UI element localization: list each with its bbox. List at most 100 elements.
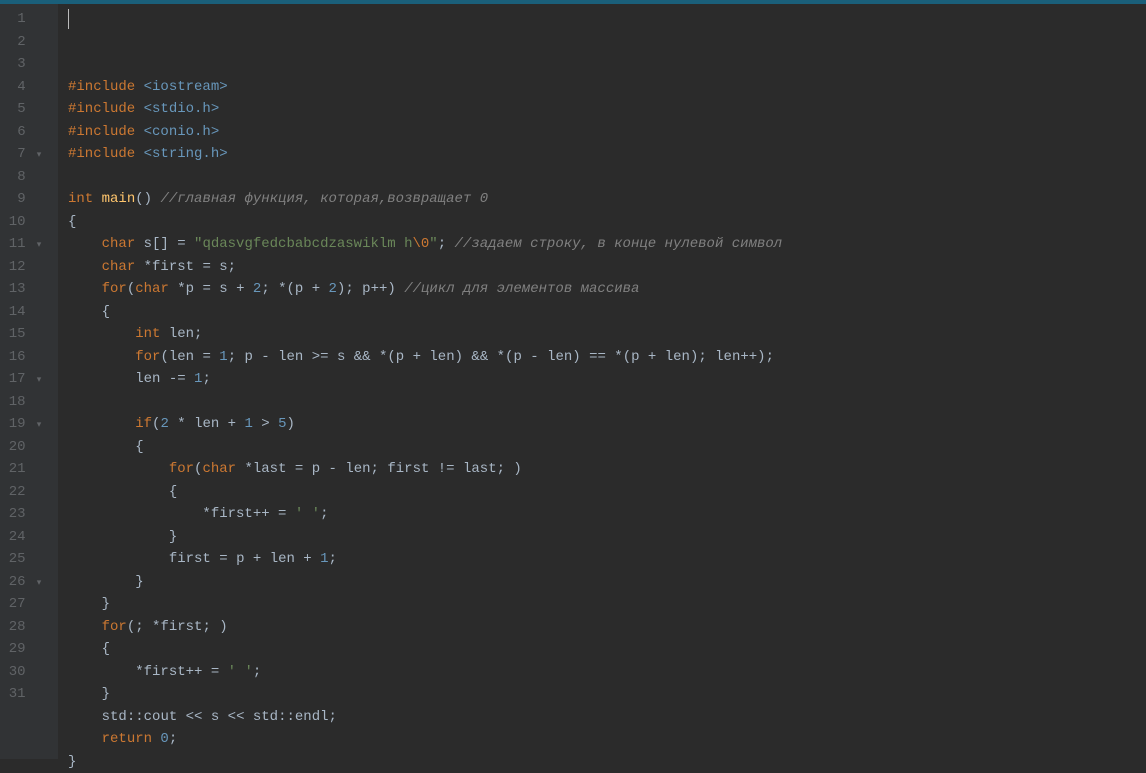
line-number[interactable]: 7 ▾ bbox=[0, 143, 44, 166]
token-id: len bbox=[345, 461, 370, 477]
token-pp: #include bbox=[68, 146, 144, 162]
fold-toggle-icon[interactable]: ▾ bbox=[34, 234, 44, 257]
line-number[interactable]: 31 bbox=[0, 683, 44, 706]
code-line[interactable]: int len; bbox=[68, 323, 1146, 346]
token-cmt: //главная функция, которая,возвращает 0 bbox=[160, 191, 488, 207]
code-line[interactable] bbox=[68, 166, 1146, 189]
token-num: 2 bbox=[160, 416, 168, 432]
code-line[interactable]: } bbox=[68, 571, 1146, 594]
token-punct: ; bbox=[202, 371, 210, 387]
token-op: = bbox=[194, 349, 219, 365]
code-line[interactable]: *first++ = ' '; bbox=[68, 503, 1146, 526]
line-number[interactable]: 16 bbox=[0, 346, 44, 369]
code-line[interactable]: first = p + len + 1; bbox=[68, 548, 1146, 571]
editor-pane: 1 2 3 4 5 6 7 ▾8 9 10 11 ▾12 13 14 15 16… bbox=[0, 4, 1146, 759]
line-number[interactable]: 27 bbox=[0, 593, 44, 616]
code-line[interactable]: { bbox=[68, 436, 1146, 459]
token-id: first bbox=[169, 551, 211, 567]
line-number[interactable]: 28 bbox=[0, 616, 44, 639]
code-line[interactable]: #include <conio.h> bbox=[68, 121, 1146, 144]
line-number[interactable]: 19 ▾ bbox=[0, 413, 44, 436]
line-number[interactable]: 9 bbox=[0, 188, 44, 211]
line-number[interactable]: 23 bbox=[0, 503, 44, 526]
line-number[interactable]: 18 bbox=[0, 391, 44, 414]
code-line[interactable]: #include <iostream> bbox=[68, 76, 1146, 99]
token-id bbox=[68, 259, 102, 275]
token-punct: ; bbox=[320, 506, 328, 522]
token-fn: main bbox=[102, 191, 136, 207]
code-line[interactable]: { bbox=[68, 301, 1146, 324]
code-line[interactable]: } bbox=[68, 593, 1146, 616]
line-number-gutter[interactable]: 1 2 3 4 5 6 7 ▾8 9 10 11 ▾12 13 14 15 16… bbox=[0, 4, 58, 759]
code-line[interactable]: len -= 1; bbox=[68, 368, 1146, 391]
line-number[interactable]: 4 bbox=[0, 76, 44, 99]
line-number[interactable]: 6 bbox=[0, 121, 44, 144]
line-number[interactable]: 12 bbox=[0, 256, 44, 279]
line-number[interactable]: 1 bbox=[0, 8, 44, 31]
token-punct: ; bbox=[329, 551, 337, 567]
fold-toggle-icon[interactable]: ▾ bbox=[34, 369, 44, 392]
line-number[interactable]: 10 bbox=[0, 211, 44, 234]
token-id: cout bbox=[144, 709, 178, 725]
line-number[interactable]: 8 bbox=[0, 166, 44, 189]
line-number[interactable]: 20 bbox=[0, 436, 44, 459]
code-line[interactable]: char s[] = "qdasvgfedcbabcdzaswiklm h\0"… bbox=[68, 233, 1146, 256]
code-line[interactable] bbox=[68, 391, 1146, 414]
code-line[interactable]: *first++ = ' '; bbox=[68, 661, 1146, 684]
code-line[interactable]: return 0; bbox=[68, 728, 1146, 751]
code-line[interactable]: for(; *first; ) bbox=[68, 616, 1146, 639]
code-line[interactable]: { bbox=[68, 481, 1146, 504]
code-line[interactable]: int main() //главная функция, которая,во… bbox=[68, 188, 1146, 211]
token-kw: int bbox=[135, 326, 169, 342]
line-number[interactable]: 5 bbox=[0, 98, 44, 121]
line-number[interactable]: 13 bbox=[0, 278, 44, 301]
code-line[interactable]: #include <stdio.h> bbox=[68, 98, 1146, 121]
token-id: first bbox=[387, 461, 429, 477]
code-line[interactable]: if(2 * len + 1 > 5) bbox=[68, 413, 1146, 436]
code-line[interactable]: for(char *p = s + 2; *(p + 2); p++) //ци… bbox=[68, 278, 1146, 301]
token-op: * bbox=[244, 461, 252, 477]
token-ang: <iostream> bbox=[144, 79, 228, 95]
line-number[interactable]: 24 bbox=[0, 526, 44, 549]
code-line[interactable]: for(char *last = p - len; first != last;… bbox=[68, 458, 1146, 481]
code-line[interactable]: for(len = 1; p - len >= s && *(p + len) … bbox=[68, 346, 1146, 369]
code-line[interactable]: char *first = s; bbox=[68, 256, 1146, 279]
code-line[interactable]: { bbox=[68, 211, 1146, 234]
code-line[interactable]: } bbox=[68, 751, 1146, 773]
code-line[interactable]: #include <string.h> bbox=[68, 143, 1146, 166]
line-number[interactable]: 26 ▾ bbox=[0, 571, 44, 594]
token-punct: ; *( bbox=[261, 281, 295, 297]
line-number[interactable]: 17 ▾ bbox=[0, 368, 44, 391]
token-punct: ; bbox=[228, 349, 245, 365]
token-op: -= bbox=[160, 371, 194, 387]
code-line[interactable]: } bbox=[68, 683, 1146, 706]
token-op: :: bbox=[127, 709, 144, 725]
token-id: p bbox=[245, 349, 253, 365]
token-id: first bbox=[160, 619, 202, 635]
token-kw: for bbox=[102, 281, 127, 297]
code-area[interactable]: #include <iostream>#include <stdio.h>#in… bbox=[58, 4, 1146, 759]
token-id: p bbox=[513, 349, 521, 365]
line-number[interactable]: 11 ▾ bbox=[0, 233, 44, 256]
line-number[interactable]: 25 bbox=[0, 548, 44, 571]
code-line[interactable]: std::cout << s << std::endl; bbox=[68, 706, 1146, 729]
line-number[interactable]: 15 bbox=[0, 323, 44, 346]
fold-toggle-icon[interactable]: ▾ bbox=[34, 144, 44, 167]
token-id bbox=[68, 416, 135, 432]
line-number[interactable]: 22 bbox=[0, 481, 44, 504]
token-ang: <conio.h> bbox=[144, 124, 220, 140]
token-id: len bbox=[135, 371, 160, 387]
fold-toggle-icon[interactable]: ▾ bbox=[34, 414, 44, 437]
line-number[interactable]: 3 bbox=[0, 53, 44, 76]
line-number[interactable]: 29 bbox=[0, 638, 44, 661]
token-punct: { bbox=[68, 304, 110, 320]
line-number[interactable]: 2 bbox=[0, 31, 44, 54]
line-number[interactable]: 30 bbox=[0, 661, 44, 684]
code-line[interactable]: } bbox=[68, 526, 1146, 549]
line-number[interactable]: 14 bbox=[0, 301, 44, 324]
token-op: + bbox=[404, 349, 429, 365]
code-line[interactable]: { bbox=[68, 638, 1146, 661]
line-number[interactable]: 21 bbox=[0, 458, 44, 481]
token-op: + bbox=[244, 551, 269, 567]
fold-toggle-icon[interactable]: ▾ bbox=[34, 572, 44, 595]
